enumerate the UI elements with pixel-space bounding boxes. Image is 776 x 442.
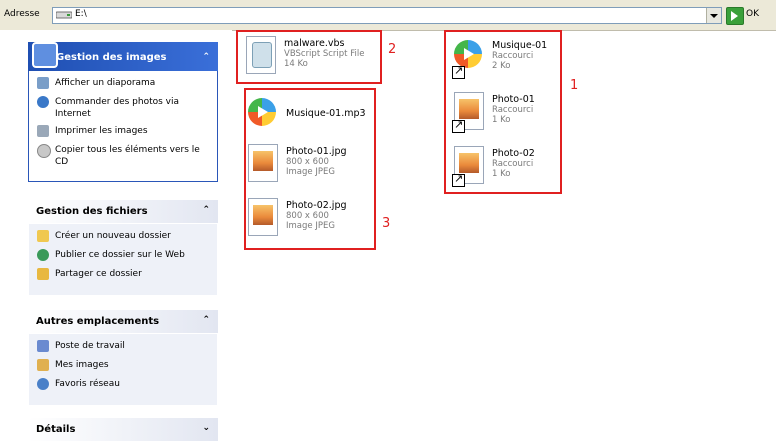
- task-label: Publier ce dossier sur le Web: [55, 250, 185, 260]
- order-photos-icon: [37, 96, 49, 108]
- task-label: Partager ce dossier: [55, 269, 142, 279]
- my-pictures-icon: [37, 359, 49, 371]
- file-tasks-panel: Gestion des fichiers ⌃ Créer un nouveau …: [28, 200, 218, 296]
- details-title: Détails: [36, 424, 76, 435]
- place-my-pictures[interactable]: Mes images: [37, 359, 211, 373]
- address-input[interactable]: E:\: [52, 7, 722, 24]
- address-value: E:\: [75, 9, 87, 19]
- cd-icon: [37, 144, 51, 158]
- task-print[interactable]: Imprimer les images: [37, 125, 211, 139]
- my-computer-icon: [37, 340, 49, 352]
- share-folder-icon: [37, 268, 49, 280]
- place-network[interactable]: Favoris réseau: [37, 378, 211, 392]
- annotation-box-1: [444, 30, 562, 194]
- file-tasks-header[interactable]: Gestion des fichiers ⌃: [28, 200, 218, 223]
- task-label: Afficher un diaporama: [55, 78, 156, 88]
- task-label: Commander des photos via Internet: [55, 97, 180, 119]
- go-arrow-icon[interactable]: [726, 7, 744, 25]
- task-new-folder[interactable]: Créer un nouveau dossier: [37, 230, 211, 244]
- image-tasks-header[interactable]: Gestion des images ⌃: [28, 42, 218, 71]
- go-button[interactable]: OK: [746, 9, 759, 19]
- task-pane: Gestion des images ⌃ Afficher un diapora…: [0, 30, 232, 442]
- place-label: Favoris réseau: [55, 379, 120, 389]
- annotation-box-2: [236, 30, 382, 84]
- task-order-photos[interactable]: Commander des photos via Internet: [37, 96, 211, 120]
- other-places-title: Autres emplacements: [36, 316, 160, 327]
- task-share-folder[interactable]: Partager ce dossier: [37, 268, 211, 282]
- task-slideshow[interactable]: Afficher un diaporama: [37, 77, 211, 91]
- expand-chevron-icon[interactable]: ⌄: [202, 423, 210, 433]
- task-copy-cd[interactable]: Copier tous les éléments vers le CD: [37, 144, 211, 168]
- task-label: Créer un nouveau dossier: [55, 231, 171, 241]
- slideshow-icon: [37, 77, 49, 89]
- new-folder-icon: [37, 230, 49, 242]
- file-tasks-body: Créer un nouveau dossier Publier ce doss…: [28, 223, 218, 296]
- web-publish-icon: [37, 249, 49, 261]
- image-tasks-panel: Gestion des images ⌃ Afficher un diapora…: [28, 42, 218, 182]
- place-label: Poste de travail: [55, 341, 125, 351]
- task-publish-web[interactable]: Publier ce dossier sur le Web: [37, 249, 211, 263]
- place-my-computer[interactable]: Poste de travail: [37, 340, 211, 354]
- drive-icon: [56, 11, 72, 19]
- task-label: Imprimer les images: [55, 126, 148, 136]
- place-label: Mes images: [55, 360, 109, 370]
- annotation-label-3: 3: [382, 216, 391, 231]
- details-panel: Détails ⌄: [28, 418, 218, 441]
- address-bar: Adresse E:\ OK: [0, 0, 776, 31]
- image-tasks-body: Afficher un diaporama Commander des phot…: [28, 71, 218, 182]
- collapse-chevron-icon[interactable]: ⌃: [202, 52, 210, 62]
- pictures-icon: [32, 42, 58, 68]
- file-tasks-title: Gestion des fichiers: [36, 206, 148, 217]
- print-icon: [37, 125, 49, 137]
- details-header[interactable]: Détails ⌄: [28, 418, 218, 441]
- other-places-panel: Autres emplacements ⌃ Poste de travail M…: [28, 310, 218, 406]
- other-places-body: Poste de travail Mes images Favoris rése…: [28, 333, 218, 406]
- image-tasks-title: Gestion des images: [56, 52, 167, 63]
- address-dropdown-button[interactable]: [706, 8, 721, 23]
- address-label: Adresse: [4, 9, 40, 19]
- annotation-box-3: [244, 88, 376, 250]
- annotation-label-1: 1: [570, 78, 579, 93]
- collapse-chevron-icon[interactable]: ⌃: [202, 205, 210, 215]
- network-places-icon: [37, 378, 49, 390]
- annotation-label-2: 2: [388, 42, 397, 57]
- other-places-header[interactable]: Autres emplacements ⌃: [28, 310, 218, 333]
- task-label: Copier tous les éléments vers le CD: [55, 145, 200, 167]
- collapse-chevron-icon[interactable]: ⌃: [202, 315, 210, 325]
